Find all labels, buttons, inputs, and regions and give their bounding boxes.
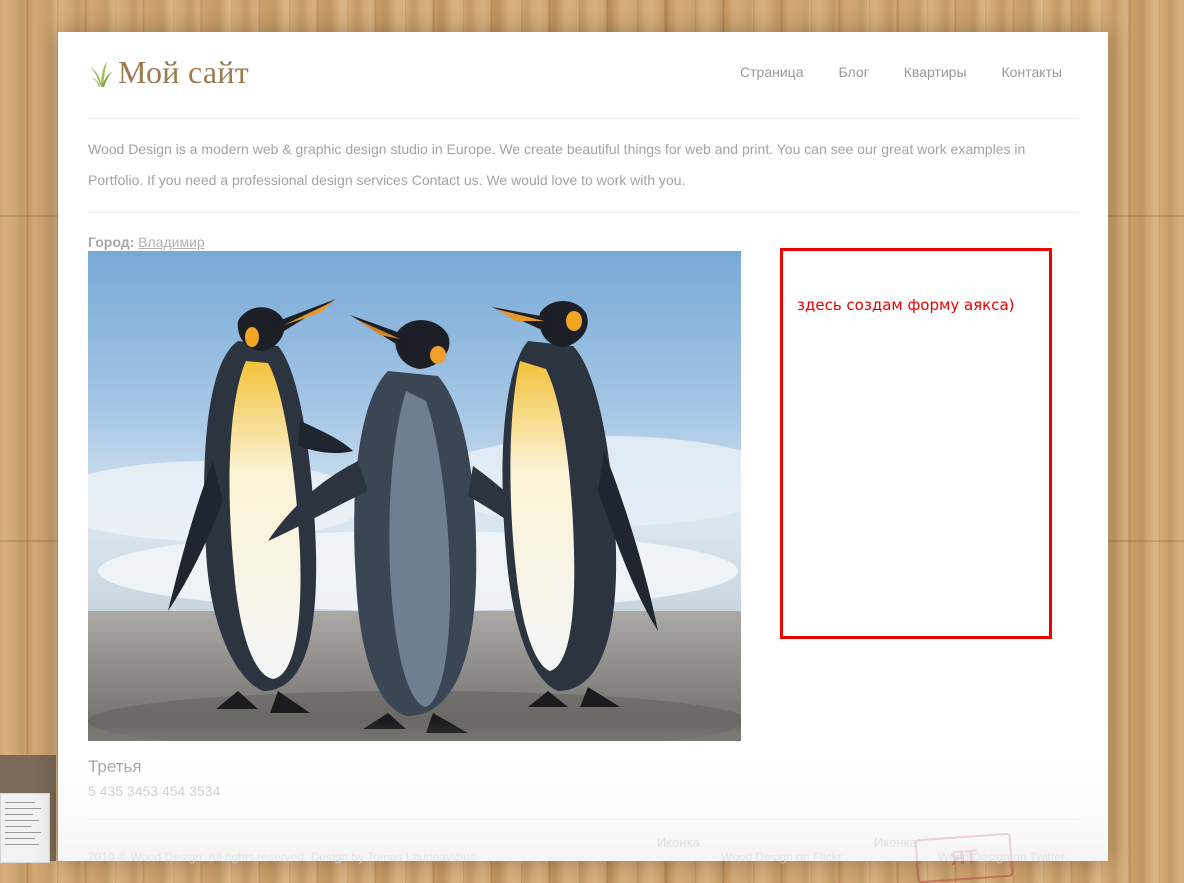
site-logo[interactable]: Мой сайт [88,54,249,91]
header-divider [88,118,1079,119]
item-title: Третья [88,757,142,776]
intro-divider [88,212,1079,213]
footer-copyright: 2010 © Wood Design. All rights reserved.… [88,850,476,864]
nav-item-apartments[interactable]: Квартиры [904,64,967,80]
footer-col2-title: Иконка [874,835,917,850]
nav-item-page[interactable]: Страница [740,64,803,80]
site-page: Мой сайт Страница Блог Квартиры Контакты… [58,32,1108,883]
city-link[interactable]: Владимир [138,234,205,250]
ajax-form-placeholder: здесь создам форму аякса) [780,248,1052,639]
footer-flickr-link[interactable]: Wood Design on Flickr [721,850,842,864]
intro-text: Wood Design is a modern web & graphic de… [88,141,1026,188]
nav-item-contacts[interactable]: Контакты [1002,64,1062,80]
city-field: Город: Владимир [88,234,205,250]
footer-divider [88,819,1079,820]
footer-col1-title: Иконка [657,835,700,850]
city-label: Город: [88,234,135,250]
nav-item-blog[interactable]: Блог [838,64,868,80]
grass-sprig-icon [90,60,113,87]
site-title: Мой сайт [118,54,250,90]
watermark-stamp: ЯТ [914,832,1014,883]
item-phone: 5 435 3453 454 3534 [88,783,221,799]
annotation-text: здесь создам форму аякса) [797,296,1015,314]
penguins-photo [88,251,741,741]
main-nav: Страница Блог Квартиры Контакты [705,64,1062,80]
document-thumbnail [0,793,50,863]
